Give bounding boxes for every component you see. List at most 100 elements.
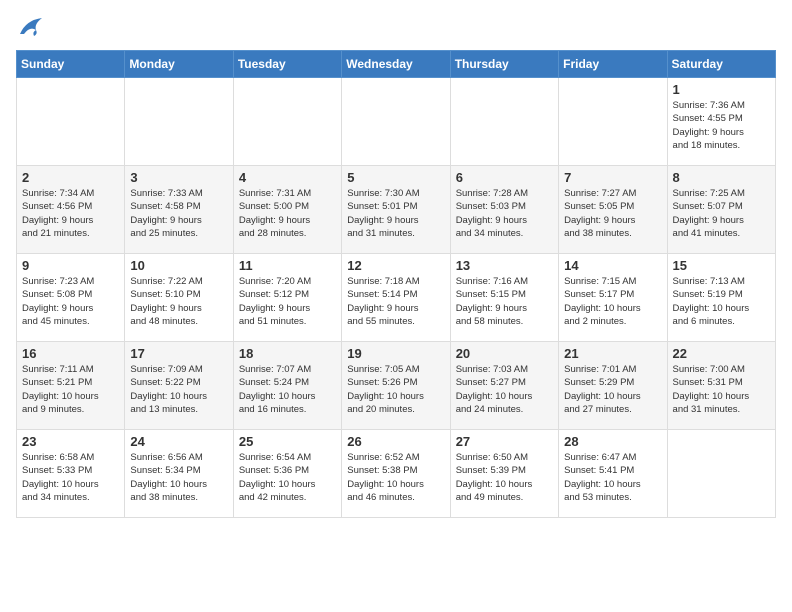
day-cell: 18 Sunrise: 7:07 AM Sunset: 5:24 PM Dayli…	[233, 342, 341, 430]
day-number: 23	[22, 434, 119, 449]
day-number: 8	[673, 170, 770, 185]
day-info: Sunrise: 7:07 AM Sunset: 5:24 PM Dayligh…	[239, 363, 336, 416]
day-cell: 9 Sunrise: 7:23 AM Sunset: 5:08 PM Daylig…	[17, 254, 125, 342]
day-info: Sunrise: 7:13 AM Sunset: 5:19 PM Dayligh…	[673, 275, 770, 328]
day-cell: 27 Sunrise: 6:50 AM Sunset: 5:39 PM Dayli…	[450, 430, 558, 518]
day-cell: 13 Sunrise: 7:16 AM Sunset: 5:15 PM Dayli…	[450, 254, 558, 342]
day-number: 20	[456, 346, 553, 361]
day-cell: 28 Sunrise: 6:47 AM Sunset: 5:41 PM Dayli…	[559, 430, 667, 518]
day-info: Sunrise: 7:00 AM Sunset: 5:31 PM Dayligh…	[673, 363, 770, 416]
day-info: Sunrise: 7:20 AM Sunset: 5:12 PM Dayligh…	[239, 275, 336, 328]
day-cell: 19Sunrise: 7:05 AM Sunset: 5:26 PM Dayli…	[342, 342, 450, 430]
calendar-table: SundayMondayTuesdayWednesdayThursdayFrid…	[16, 50, 776, 518]
day-info: Sunrise: 7:31 AM Sunset: 5:00 PM Dayligh…	[239, 187, 336, 240]
day-number: 18	[239, 346, 336, 361]
day-info: Sunrise: 6:52 AM Sunset: 5:38 PM Dayligh…	[347, 451, 444, 504]
week-row-1: 1 Sunrise: 7:36 AM Sunset: 4:55 PM Daylig…	[17, 78, 776, 166]
day-cell: 26 Sunrise: 6:52 AM Sunset: 5:38 PM Dayli…	[342, 430, 450, 518]
day-number: 7	[564, 170, 661, 185]
day-cell: 5Sunrise: 7:30 AM Sunset: 5:01 PM Daylig…	[342, 166, 450, 254]
day-number: 1	[673, 82, 770, 97]
day-cell: 15 Sunrise: 7:13 AM Sunset: 5:19 PM Dayli…	[667, 254, 775, 342]
day-cell	[450, 78, 558, 166]
day-number: 16	[22, 346, 119, 361]
day-info: Sunrise: 6:54 AM Sunset: 5:36 PM Dayligh…	[239, 451, 336, 504]
day-cell	[125, 78, 233, 166]
day-info: Sunrise: 7:03 AM Sunset: 5:27 PM Dayligh…	[456, 363, 553, 416]
day-cell: 25 Sunrise: 6:54 AM Sunset: 5:36 PM Dayli…	[233, 430, 341, 518]
day-of-week-saturday: Saturday	[667, 51, 775, 78]
day-of-week-tuesday: Tuesday	[233, 51, 341, 78]
day-number: 5	[347, 170, 444, 185]
day-number: 21	[564, 346, 661, 361]
day-info: Sunrise: 7:23 AM Sunset: 5:08 PM Dayligh…	[22, 275, 119, 328]
day-of-week-wednesday: Wednesday	[342, 51, 450, 78]
day-info: Sunrise: 7:28 AM Sunset: 5:03 PM Dayligh…	[456, 187, 553, 240]
day-number: 14	[564, 258, 661, 273]
day-cell: 24 Sunrise: 6:56 AM Sunset: 5:34 PM Dayli…	[125, 430, 233, 518]
day-of-week-thursday: Thursday	[450, 51, 558, 78]
week-row-5: 23Sunrise: 6:58 AM Sunset: 5:33 PM Dayli…	[17, 430, 776, 518]
day-number: 6	[456, 170, 553, 185]
day-cell: 6 Sunrise: 7:28 AM Sunset: 5:03 PM Daylig…	[450, 166, 558, 254]
day-of-week-sunday: Sunday	[17, 51, 125, 78]
days-of-week-row: SundayMondayTuesdayWednesdayThursdayFrid…	[17, 51, 776, 78]
day-number: 10	[130, 258, 227, 273]
day-cell: 2 Sunrise: 7:34 AM Sunset: 4:56 PM Daylig…	[17, 166, 125, 254]
week-row-4: 16 Sunrise: 7:11 AM Sunset: 5:21 PM Dayli…	[17, 342, 776, 430]
day-info: Sunrise: 6:50 AM Sunset: 5:39 PM Dayligh…	[456, 451, 553, 504]
day-cell: 17 Sunrise: 7:09 AM Sunset: 5:22 PM Dayli…	[125, 342, 233, 430]
day-info: Sunrise: 7:15 AM Sunset: 5:17 PM Dayligh…	[564, 275, 661, 328]
day-info: Sunrise: 7:27 AM Sunset: 5:05 PM Dayligh…	[564, 187, 661, 240]
day-info: Sunrise: 6:56 AM Sunset: 5:34 PM Dayligh…	[130, 451, 227, 504]
day-cell	[342, 78, 450, 166]
day-number: 12	[347, 258, 444, 273]
day-info: Sunrise: 7:05 AM Sunset: 5:26 PM Dayligh…	[347, 363, 444, 416]
week-row-2: 2 Sunrise: 7:34 AM Sunset: 4:56 PM Daylig…	[17, 166, 776, 254]
day-cell: 4 Sunrise: 7:31 AM Sunset: 5:00 PM Daylig…	[233, 166, 341, 254]
day-info: Sunrise: 7:22 AM Sunset: 5:10 PM Dayligh…	[130, 275, 227, 328]
day-cell	[233, 78, 341, 166]
day-cell: 12 Sunrise: 7:18 AM Sunset: 5:14 PM Dayli…	[342, 254, 450, 342]
logo-icon	[16, 16, 44, 38]
day-info: Sunrise: 7:01 AM Sunset: 5:29 PM Dayligh…	[564, 363, 661, 416]
day-cell	[17, 78, 125, 166]
calendar-header-row: SundayMondayTuesdayWednesdayThursdayFrid…	[17, 51, 776, 78]
day-cell	[667, 430, 775, 518]
week-row-3: 9 Sunrise: 7:23 AM Sunset: 5:08 PM Daylig…	[17, 254, 776, 342]
day-info: Sunrise: 7:11 AM Sunset: 5:21 PM Dayligh…	[22, 363, 119, 416]
day-number: 17	[130, 346, 227, 361]
day-number: 3	[130, 170, 227, 185]
day-number: 2	[22, 170, 119, 185]
day-number: 27	[456, 434, 553, 449]
day-number: 4	[239, 170, 336, 185]
day-number: 9	[22, 258, 119, 273]
day-number: 13	[456, 258, 553, 273]
day-info: Sunrise: 7:36 AM Sunset: 4:55 PM Dayligh…	[673, 99, 770, 152]
day-number: 24	[130, 434, 227, 449]
day-cell: 7 Sunrise: 7:27 AM Sunset: 5:05 PM Daylig…	[559, 166, 667, 254]
day-number: 25	[239, 434, 336, 449]
day-info: Sunrise: 6:47 AM Sunset: 5:41 PM Dayligh…	[564, 451, 661, 504]
day-info: Sunrise: 7:18 AM Sunset: 5:14 PM Dayligh…	[347, 275, 444, 328]
day-cell: 21 Sunrise: 7:01 AM Sunset: 5:29 PM Dayli…	[559, 342, 667, 430]
day-of-week-monday: Monday	[125, 51, 233, 78]
day-info: Sunrise: 7:16 AM Sunset: 5:15 PM Dayligh…	[456, 275, 553, 328]
day-cell: 11 Sunrise: 7:20 AM Sunset: 5:12 PM Dayli…	[233, 254, 341, 342]
day-cell: 1 Sunrise: 7:36 AM Sunset: 4:55 PM Daylig…	[667, 78, 775, 166]
day-number: 26	[347, 434, 444, 449]
day-info: Sunrise: 7:34 AM Sunset: 4:56 PM Dayligh…	[22, 187, 119, 240]
day-info: Sunrise: 7:25 AM Sunset: 5:07 PM Dayligh…	[673, 187, 770, 240]
day-cell: 14 Sunrise: 7:15 AM Sunset: 5:17 PM Dayli…	[559, 254, 667, 342]
day-cell: 8 Sunrise: 7:25 AM Sunset: 5:07 PM Daylig…	[667, 166, 775, 254]
day-cell: 20 Sunrise: 7:03 AM Sunset: 5:27 PM Dayli…	[450, 342, 558, 430]
day-info: Sunrise: 7:33 AM Sunset: 4:58 PM Dayligh…	[130, 187, 227, 240]
day-cell: 3 Sunrise: 7:33 AM Sunset: 4:58 PM Daylig…	[125, 166, 233, 254]
day-number: 15	[673, 258, 770, 273]
day-number: 22	[673, 346, 770, 361]
day-number: 11	[239, 258, 336, 273]
day-cell: 10 Sunrise: 7:22 AM Sunset: 5:10 PM Dayli…	[125, 254, 233, 342]
day-cell	[559, 78, 667, 166]
day-number: 28	[564, 434, 661, 449]
day-info: Sunrise: 7:09 AM Sunset: 5:22 PM Dayligh…	[130, 363, 227, 416]
